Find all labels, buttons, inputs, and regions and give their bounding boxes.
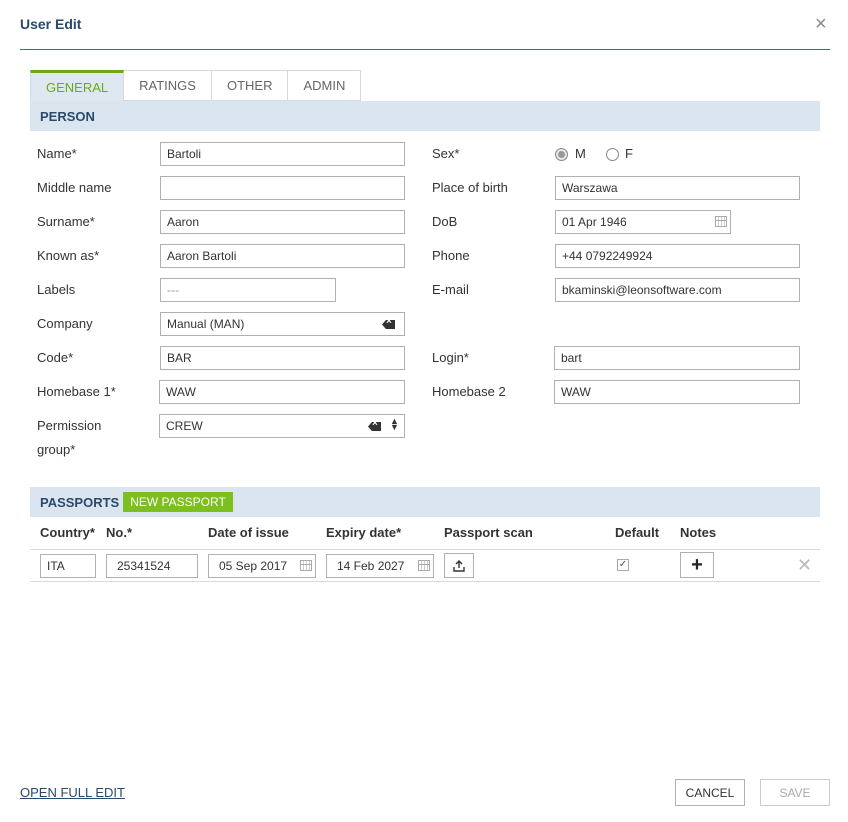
email-field[interactable]: bkaminski@leonsoftware.com	[555, 278, 800, 302]
updown-arrows-icon[interactable]: ▲ ▼	[390, 417, 399, 432]
permission-group-label-line1: Permission	[37, 418, 102, 433]
tab-bar: GENERAL RATINGS OTHER ADMIN	[30, 70, 362, 101]
close-icon[interactable]: ×	[815, 14, 827, 34]
sex-f-label: F	[625, 146, 633, 161]
company-label: Company	[37, 316, 93, 331]
table-row-divider	[30, 581, 820, 582]
homebase1-field[interactable]: WAW	[159, 380, 405, 404]
col-default: Default	[615, 525, 660, 540]
sex-f-radio[interactable]	[606, 148, 619, 161]
col-passport-scan: Passport scan	[444, 525, 533, 540]
passports-title: PASSPORTS	[40, 494, 120, 510]
dialog-title: User Edit	[20, 16, 82, 32]
sex-label: Sex*	[432, 146, 460, 161]
sex-m-label: M	[575, 146, 586, 161]
tab-admin[interactable]: ADMIN	[288, 70, 362, 101]
upload-scan-button[interactable]	[444, 553, 474, 578]
surname-label: Surname*	[37, 214, 95, 229]
phone-field[interactable]: +44 0792249924	[555, 244, 800, 268]
col-date-of-issue: Date of issue	[208, 525, 289, 540]
dob-label: DoB	[432, 214, 458, 229]
surname-field[interactable]: Aaron	[160, 210, 405, 234]
dob-field[interactable]: 01 Apr 1946	[555, 210, 731, 234]
plus-icon: +	[691, 554, 703, 576]
new-passport-button[interactable]: NEW PASSPORT	[123, 492, 233, 512]
company-select[interactable]: Manual (MAN)	[160, 312, 405, 336]
col-country: Country*	[40, 525, 95, 540]
col-expiry-date: Expiry date*	[326, 525, 402, 540]
title-divider	[20, 49, 830, 50]
cancel-button[interactable]: CANCEL	[675, 779, 745, 806]
name-label: Name*	[37, 146, 77, 161]
person-section-header: PERSON	[30, 101, 820, 131]
open-full-edit-link[interactable]: OPEN FULL EDIT	[20, 785, 125, 800]
expiry-date-calendar-icon[interactable]	[418, 560, 430, 571]
col-notes: Notes	[680, 525, 717, 540]
save-button[interactable]: SAVE	[760, 779, 830, 806]
place-of-birth-label: Place of birth	[432, 180, 508, 195]
sex-m-radio[interactable]	[555, 148, 568, 161]
labels-field[interactable]: ---	[160, 278, 336, 302]
permission-group-label-line2: group*	[37, 442, 76, 457]
login-label: Login*	[432, 350, 469, 365]
calendar-icon[interactable]	[715, 216, 727, 227]
place-of-birth-field[interactable]: Warszawa	[555, 176, 800, 200]
known-as-field[interactable]: Aaron Bartoli	[160, 244, 405, 268]
email-label: E-mail	[432, 282, 469, 297]
passport-number-field[interactable]: 25341524	[106, 554, 198, 578]
code-label: Code*	[37, 350, 74, 365]
upload-icon	[453, 559, 465, 572]
homebase2-label: Homebase 2	[432, 384, 506, 399]
table-header-divider	[30, 549, 820, 550]
homebase1-label: Homebase 1*	[37, 384, 116, 399]
known-as-label: Known as*	[37, 248, 100, 263]
labels-label: Labels	[37, 282, 76, 297]
tab-ratings[interactable]: RATINGS	[124, 70, 212, 101]
passport-country-field[interactable]: ITA	[40, 554, 96, 578]
passport-default-checkbox[interactable]: ✓	[617, 559, 629, 571]
tab-other[interactable]: OTHER	[211, 70, 289, 101]
issue-date-calendar-icon[interactable]	[300, 560, 312, 571]
homebase2-field[interactable]: WAW	[554, 380, 800, 404]
add-note-button[interactable]: +	[680, 552, 714, 578]
phone-label: Phone	[432, 248, 470, 263]
login-field[interactable]: bart	[554, 346, 800, 370]
tab-general[interactable]: GENERAL	[30, 70, 125, 101]
middle-name-label: Middle name	[37, 180, 112, 195]
permission-group-select[interactable]: CREW	[159, 414, 405, 438]
col-number: No.*	[106, 525, 132, 540]
name-field[interactable]: Bartoli	[160, 142, 405, 166]
middle-name-field[interactable]	[160, 176, 405, 200]
delete-row-icon[interactable]: ✕	[797, 555, 812, 576]
code-field[interactable]: BAR	[160, 346, 405, 370]
